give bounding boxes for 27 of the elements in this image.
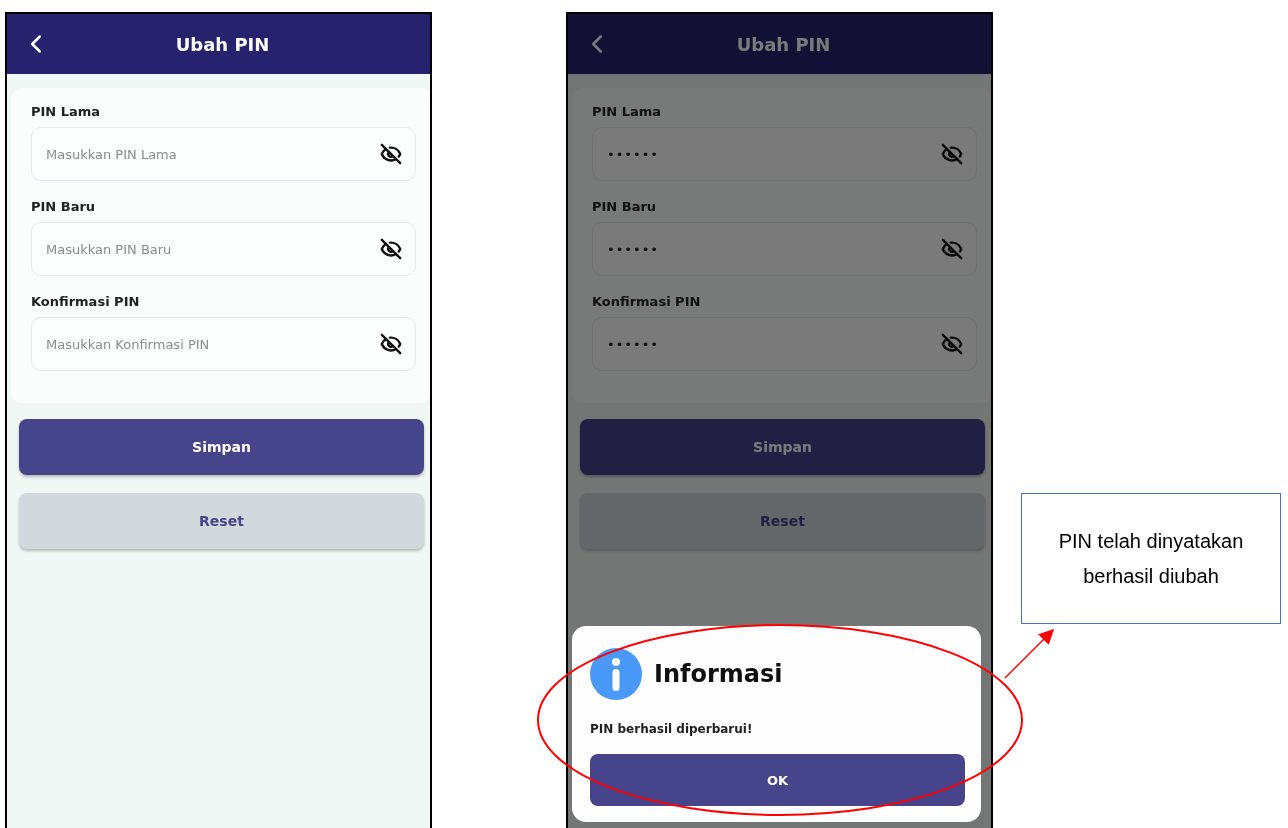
info-icon [590, 648, 642, 700]
reset-button[interactable]: Reset [580, 493, 985, 549]
screen-title: Ubah PIN [735, 33, 832, 55]
ok-button[interactable]: OK [590, 754, 965, 806]
eye-slash-icon[interactable] [380, 333, 402, 355]
pin-field[interactable]: Masukkan Konfirmasi PIN [31, 317, 416, 371]
pin-field[interactable]: •••••• [592, 317, 977, 371]
save-button[interactable]: Simpan [19, 419, 424, 475]
screen-title: Ubah PIN [174, 33, 271, 55]
save-button[interactable]: Simpan [580, 419, 985, 475]
annotation-note: PIN telah dinyatakan berhasil diubah [1021, 493, 1281, 624]
dialog-message: PIN berhasil diperbarui! [590, 722, 754, 736]
dialog-title: Informasi [654, 660, 783, 688]
field-label: PIN Lama [592, 104, 663, 119]
pin-field[interactable]: Masukkan PIN Baru [31, 222, 416, 276]
pin-field[interactable]: •••••• [592, 127, 977, 181]
field-label: PIN Baru [31, 199, 97, 214]
reset-button[interactable]: Reset [19, 493, 424, 549]
eye-slash-icon[interactable] [380, 238, 402, 260]
field-label: Konfirmasi PIN [592, 294, 702, 309]
pointer-arrow [1004, 628, 1055, 679]
pin-field[interactable]: Masukkan PIN Lama [31, 127, 416, 181]
field-label: PIN Baru [592, 199, 658, 214]
field-label: PIN Lama [31, 104, 102, 119]
field-label: Konfirmasi PIN [31, 294, 141, 309]
pin-field[interactable]: •••••• [592, 222, 977, 276]
eye-slash-icon[interactable] [380, 143, 402, 165]
